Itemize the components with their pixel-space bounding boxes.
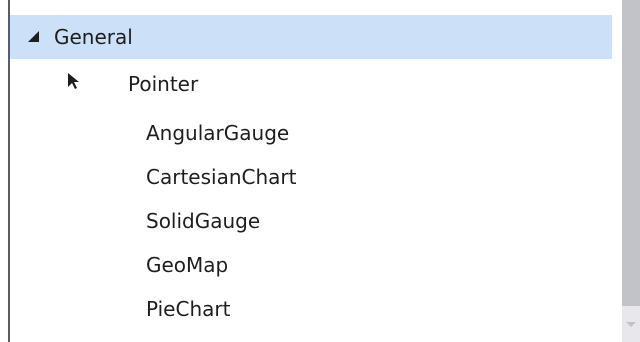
toolbox-item-label: Pointer	[128, 72, 199, 96]
toolbox-panel: General Pointer AngularGauge CartesianCh…	[0, 0, 640, 342]
toolbox-item-label: AngularGauge	[146, 121, 290, 145]
toolbox-item-solidgauge[interactable]: SolidGauge	[10, 199, 612, 243]
scrollbar-thumb[interactable]	[622, 0, 640, 306]
group-general-header[interactable]: General	[10, 15, 612, 59]
pointer-arrow-icon	[68, 73, 79, 89]
toolbox-item-label: PieChart	[146, 297, 231, 321]
toolbox-item-cartesianchart[interactable]: CartesianChart	[10, 155, 612, 199]
toolbox-item-label: SolidGauge	[146, 209, 261, 233]
toolbox-item-label: CartesianChart	[146, 165, 297, 189]
toolbox-item-label: GeoMap	[146, 253, 229, 277]
toolbox-item-angulargauge[interactable]: AngularGauge	[10, 111, 612, 155]
toolbox-item-piechart[interactable]: PieChart	[10, 287, 612, 331]
toolbox-item-geomap[interactable]: GeoMap	[10, 243, 612, 287]
toolbox-item-pointer[interactable]: Pointer	[10, 59, 612, 111]
vertical-scrollbar[interactable]	[622, 0, 640, 342]
group-general-label: General	[54, 25, 133, 49]
scroll-down-arrow-icon[interactable]	[626, 322, 636, 327]
toolbox-tree: General Pointer AngularGauge CartesianCh…	[10, 15, 612, 331]
expanded-triangle-icon[interactable]	[28, 31, 39, 42]
